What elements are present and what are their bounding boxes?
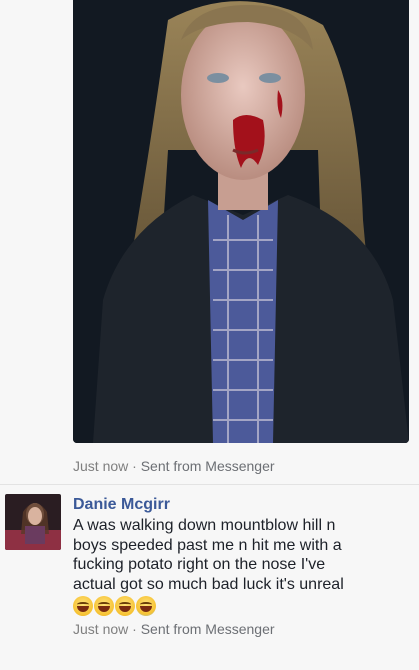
- divider: [0, 484, 419, 485]
- comment-timestamp[interactable]: Just now: [73, 621, 128, 637]
- comment-author[interactable]: Danie Mcgirr: [73, 495, 413, 515]
- meta-separator: ·: [128, 458, 141, 474]
- sent-from-messenger-link[interactable]: Sent from Messenger: [141, 458, 275, 474]
- avatar-image: [5, 494, 61, 550]
- comment-text: A was walking down mountblow hill n boys…: [73, 517, 344, 593]
- photo-illustration: [73, 0, 409, 443]
- comment-meta: Just now · Sent from Messenger: [73, 621, 413, 637]
- joy-emoji-icon: [115, 596, 135, 616]
- joy-emoji-icon: [94, 596, 114, 616]
- comment: Danie Mcgirr A was walking down mountblo…: [73, 495, 413, 637]
- avatar[interactable]: [5, 494, 61, 550]
- attached-photo[interactable]: [73, 0, 409, 443]
- photo-meta: Just now · Sent from Messenger: [73, 458, 275, 474]
- meta-separator: ·: [128, 621, 141, 637]
- emoji-row: [73, 596, 413, 618]
- sob-emoji-icon: [136, 596, 156, 616]
- sent-from-messenger-link[interactable]: Sent from Messenger: [141, 621, 275, 637]
- joy-emoji-icon: [73, 596, 93, 616]
- photo-timestamp[interactable]: Just now: [73, 458, 128, 474]
